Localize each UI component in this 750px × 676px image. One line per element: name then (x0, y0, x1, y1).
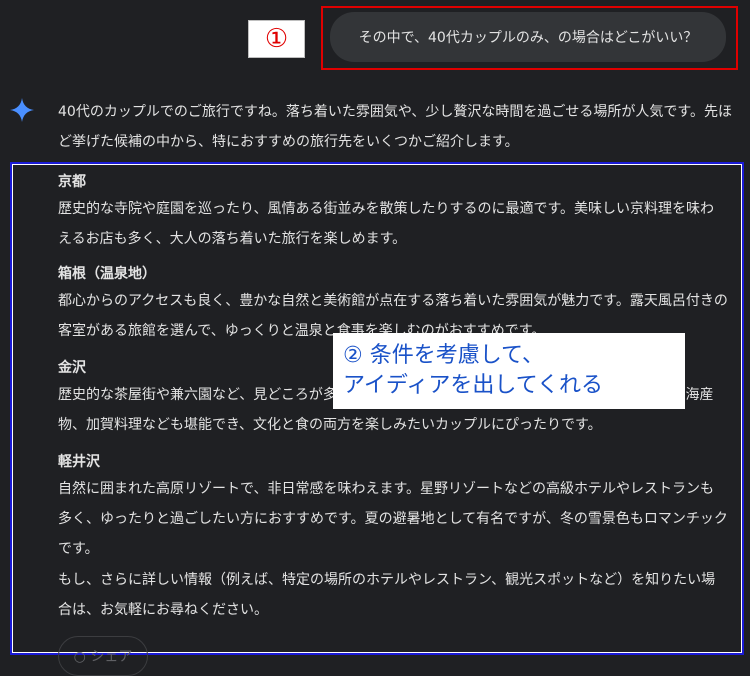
response-intro: 40代のカップルでのご旅行ですね。落ち着いた雰囲気や、少し贅沢な時間を過ごせる場… (58, 104, 732, 150)
recommendation-title: 京都 (58, 174, 86, 190)
recommendation-title: 軽井沢 (58, 454, 100, 470)
recommendation-body: 自然に囲まれた高原リゾートで、非日常感を味わえます。星野リゾートなどの高級ホテル… (58, 481, 728, 557)
recommendation-title: 箱根（温泉地） (58, 266, 156, 282)
callout-line-2: アイディアを出してくれる (343, 373, 604, 398)
gemini-sparkle-icon (10, 98, 34, 122)
callout-label-1: ① (248, 20, 305, 58)
share-chip[interactable]: ○ シェア (58, 636, 148, 676)
response-closing: もし、さらに詳しい情報（例えば、特定の場所のホテルやレストラン、観光スポットなど… (58, 572, 716, 618)
recommendation-karuizawa: 軽井沢 自然に囲まれた高原リゾートで、非日常感を味わえます。星野リゾートなどの高… (58, 450, 728, 564)
user-prompt-text: その中で、40代カップルのみ、の場合はどこがいい？ (358, 30, 698, 46)
user-prompt-bubble: その中で、40代カップルのみ、の場合はどこがいい？ (330, 12, 726, 62)
recommendation-body: 歴史的な寺院や庭園を巡ったり、風情ある街並みを散策したりするのに最適です。美味し… (58, 201, 715, 247)
callout-label-2: ② 条件を考慮して、 アイディアを出してくれる (333, 333, 685, 409)
callout-line-1: ② 条件を考慮して、 (343, 343, 544, 368)
recommendation-kyoto: 京都 歴史的な寺院や庭園を巡ったり、風情ある街並みを散策したりするのに最適です。… (58, 170, 728, 254)
